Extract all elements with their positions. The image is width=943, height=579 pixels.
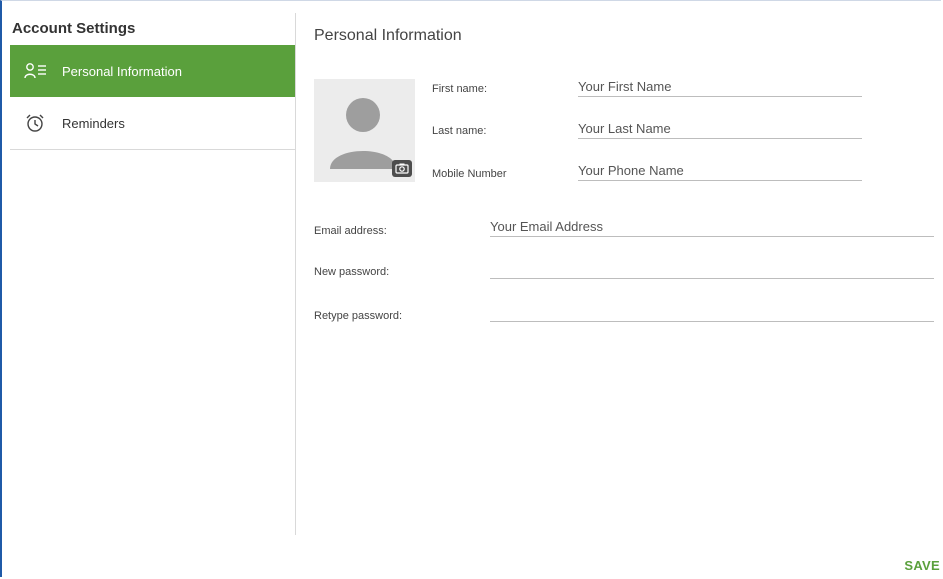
main-panel: Personal Information First name: Last na… (313, 1, 943, 579)
mobile-number-field[interactable] (578, 160, 862, 181)
first-name-label: First name: (432, 83, 488, 95)
sidebar-item-reminders[interactable]: Reminders (10, 97, 295, 150)
sidebar-item-personal-information[interactable]: Personal Information (10, 45, 295, 97)
last-name-label: Last name: (432, 125, 487, 137)
mobile-number-label: Mobile Number (432, 168, 507, 180)
person-list-icon (24, 60, 54, 82)
email-address-label: Email address: (314, 225, 387, 237)
app-window: Account Settings Personal Information Re… (0, 0, 941, 577)
save-button[interactable]: SAVE (904, 558, 940, 573)
retype-password-field[interactable] (490, 301, 934, 322)
new-password-field[interactable] (490, 258, 934, 279)
retype-password-label: Retype password: (314, 310, 403, 322)
sidebar-item-label: Personal Information (62, 63, 182, 79)
last-name-field[interactable] (578, 118, 862, 139)
camera-icon[interactable] (392, 160, 412, 177)
email-field[interactable] (490, 216, 934, 237)
avatar[interactable] (314, 79, 415, 182)
page-title: Personal Information (314, 27, 462, 44)
sidebar-item-label: Reminders (62, 115, 125, 131)
new-password-label: New password: (314, 266, 390, 278)
alarm-clock-icon (24, 112, 54, 134)
first-name-field[interactable] (578, 76, 862, 97)
sidebar-title: Account Settings (12, 20, 136, 37)
sidebar: Account Settings Personal Information Re… (10, 13, 296, 535)
